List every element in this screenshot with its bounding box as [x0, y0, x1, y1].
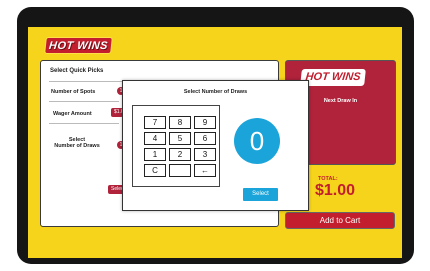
divider	[49, 101, 119, 102]
number-of-draws-dialog: Select Number of Draws 7 8 9 4 5 6 1 2 3…	[122, 80, 309, 211]
draw-count-display: 0	[234, 118, 280, 164]
key-blank[interactable]	[169, 164, 191, 177]
divider	[49, 123, 119, 124]
key-6[interactable]: 6	[194, 132, 216, 145]
hot-wins-logo: HOT WINS	[44, 37, 113, 54]
dialog-select-button[interactable]: Select	[243, 188, 278, 201]
wager-label: Wager Amount	[53, 111, 92, 117]
numeric-keypad: 7 8 9 4 5 6 1 2 3 C ←	[132, 105, 220, 187]
quick-picks-title: Select Quick Picks	[50, 68, 104, 74]
hot-wins-logo: HOT WINS	[300, 69, 366, 86]
key-7[interactable]: 7	[144, 116, 166, 129]
key-5[interactable]: 5	[169, 132, 191, 145]
key-2[interactable]: 2	[169, 148, 191, 161]
add-to-cart-button[interactable]: Add to Cart	[285, 212, 395, 229]
spots-label: Number of Spots	[51, 89, 96, 95]
key-1[interactable]: 1	[144, 148, 166, 161]
key-3[interactable]: 3	[194, 148, 216, 161]
draws-label-line2: Number of Draws	[54, 143, 100, 149]
backspace-icon[interactable]: ←	[194, 164, 216, 177]
key-9[interactable]: 9	[194, 116, 216, 129]
draws-label: Select Number of Draws	[51, 137, 103, 149]
total-value: $1.00	[315, 182, 356, 199]
key-4[interactable]: 4	[144, 132, 166, 145]
key-8[interactable]: 8	[169, 116, 191, 129]
key-clear[interactable]: C	[144, 164, 166, 177]
dialog-title: Select Number of Draws	[183, 89, 248, 95]
